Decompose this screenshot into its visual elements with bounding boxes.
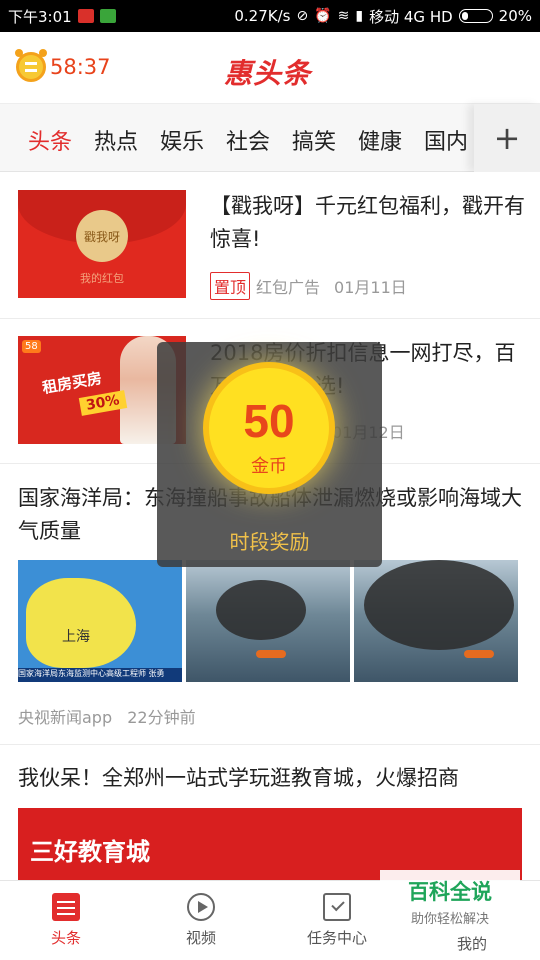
carrier-label: 移动 4G HD [369, 7, 453, 26]
watermark: 百科全说 助你轻松解决 [380, 870, 520, 934]
article-meta: 央视新闻app 22分钟前 [18, 704, 196, 728]
watermark-subtitle: 助你轻松解决 [410, 912, 489, 927]
tab-entertainment[interactable]: 娱乐 [160, 124, 204, 156]
ad-slogan: 租房买房 [40, 368, 104, 398]
app-notification-icon [77, 9, 94, 23]
calendar-check-icon [323, 893, 351, 921]
article-images: 上海 国家海洋局东海监测中心高级工程师 张勇 [18, 560, 518, 682]
pinned-badge: 置顶 [210, 272, 251, 300]
brand-58-logo: 58 [22, 340, 41, 353]
coin-amount: 50 [243, 395, 295, 447]
battery-icon [458, 9, 493, 23]
tab-hot[interactable]: 热点 [94, 124, 138, 156]
red-envelope-image: 戳我呀 我的红包 [18, 190, 186, 298]
nav-label: 视频 [185, 929, 216, 947]
nav-video[interactable]: 视频 [161, 893, 241, 948]
nav-headlines[interactable]: 头条 [26, 893, 106, 948]
divider [0, 744, 540, 745]
tab-headlines[interactable]: 头条 [28, 124, 72, 156]
popup-label: 时段奖励 [229, 530, 310, 554]
article-date: 01月11日 [334, 278, 407, 297]
article-title: 【戳我呀】千元红包福利，戳开有惊喜! [210, 194, 525, 251]
reward-popup[interactable]: 50 金币 时段奖励 [157, 342, 382, 567]
tab-health[interactable]: 健康 [358, 124, 402, 156]
alarm-icon: ⏰ [314, 8, 332, 24]
category-tabs: 头条 热点 娱乐 社会 搞笑 健康 国内 + [0, 104, 540, 172]
timer-text: 58:37 [50, 55, 111, 79]
app-logo: 惠头条 [224, 57, 312, 90]
map-label: 上海 [62, 629, 90, 645]
list-item[interactable]: 戳我呀 我的红包 【戳我呀】千元红包福利，戳开有惊喜! 置顶 红包广告 01月1… [0, 172, 540, 318]
status-bar: 下午3:01 0.27K/s ⊘ ⏰ ≋ ▮ 移动 4G HD 20% [0, 0, 540, 32]
nav-label: 我的 [456, 935, 487, 953]
article-time: 22分钟前 [127, 708, 196, 727]
battery-percent: 20% [498, 7, 532, 25]
watermark-title: 百科全说 [408, 880, 492, 904]
reward-timer[interactable]: 58:37 [15, 49, 111, 82]
status-time: 下午3:01 [8, 7, 72, 26]
news-icon [52, 893, 80, 921]
video-caption: 国家海洋局东海监测中心高级工程师 张勇 [18, 668, 182, 682]
nav-label: 头条 [50, 929, 81, 947]
smoke-sea-image [354, 560, 518, 682]
burning-ship-image [186, 560, 350, 682]
envelope-seal: 戳我呀 [76, 210, 128, 262]
nav-tasks[interactable]: 任务中心 [297, 893, 377, 948]
tab-society[interactable]: 社会 [226, 124, 270, 156]
article-source: 红包广告 [256, 278, 321, 297]
nav-mine[interactable]: 我的 [432, 933, 512, 954]
signal-icon: ▮ [355, 8, 364, 24]
wechat-notification-icon [99, 9, 116, 23]
map-image: 上海 国家海洋局东海监测中心高级工程师 张勇 [18, 560, 182, 682]
app-header: 58:37 惠头条 [0, 32, 540, 104]
article-title[interactable]: 我伙呆！全郑州一站式学玩逛教育城，火爆招商 [18, 762, 524, 795]
article-meta: 置顶 红包广告 01月11日 [210, 272, 407, 300]
add-tab-button[interactable]: + [474, 104, 540, 172]
banner-text: 三好教育城 [30, 838, 150, 866]
coin-unit: 金币 [251, 456, 287, 477]
gold-coin-icon: 50 金币 [203, 362, 335, 494]
tab-funny[interactable]: 搞笑 [292, 124, 336, 156]
article-source: 央视新闻app [18, 708, 113, 727]
play-icon [187, 893, 215, 921]
tab-domestic[interactable]: 国内 [424, 124, 468, 156]
network-speed: 0.27K/s [234, 7, 291, 25]
wifi-icon: ≋ [337, 8, 350, 24]
nav-label: 任务中心 [306, 929, 367, 947]
envelope-caption: 我的红包 [80, 272, 124, 285]
mute-icon: ⊘ [296, 8, 309, 24]
plus-icon: + [493, 119, 521, 157]
alarm-clock-icon [15, 49, 47, 82]
